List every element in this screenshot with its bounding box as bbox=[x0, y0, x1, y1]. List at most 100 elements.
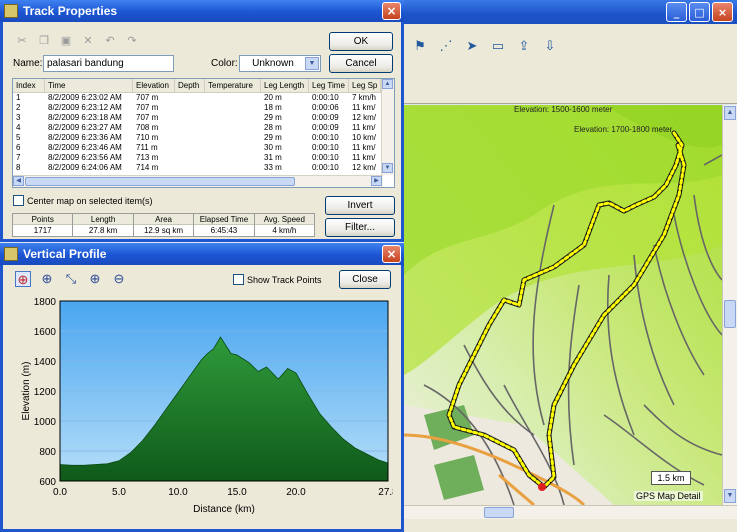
table-cell: 711 m bbox=[136, 143, 158, 152]
x-tick-label: 5.0 bbox=[112, 487, 126, 498]
ok-button[interactable]: OK bbox=[329, 32, 393, 51]
flag-tool-icon[interactable]: ⚑ bbox=[412, 38, 428, 54]
table-cell bbox=[205, 143, 261, 153]
measure-tool-icon[interactable]: ▭ bbox=[490, 38, 506, 54]
x-tick-label: 20.0 bbox=[286, 487, 306, 498]
table-row[interactable]: 5 8/2/2009 6:23:36 AM 710 m 29 m 0:00:10 10 k… bbox=[13, 133, 394, 143]
status-bar bbox=[404, 519, 737, 532]
table-cell bbox=[205, 113, 261, 123]
undo-icon[interactable]: ↶ bbox=[103, 34, 117, 48]
column-header[interactable]: Depth bbox=[175, 79, 205, 92]
table-row[interactable]: 7 8/2/2009 6:23:56 AM 713 m 31 m 0:00:10 11 k… bbox=[13, 153, 394, 163]
scroll-right-icon[interactable]: ▶ bbox=[371, 176, 382, 186]
scroll-thumb[interactable] bbox=[25, 177, 295, 186]
table-cell: 5 bbox=[16, 133, 21, 142]
invert-button[interactable]: Invert bbox=[325, 196, 395, 215]
track-icon bbox=[4, 4, 18, 18]
close-icon[interactable]: × bbox=[382, 2, 401, 20]
download-device-icon[interactable]: ⇩ bbox=[542, 38, 558, 54]
column-header[interactable]: Elevation bbox=[133, 79, 175, 92]
close-button[interactable]: × bbox=[712, 2, 733, 22]
table-row[interactable]: 3 8/2/2009 6:23:18 AM 707 m 29 m 0:00:09 12 k… bbox=[13, 113, 394, 123]
table-cell: 8/2/2009 6:24:06 AM bbox=[48, 163, 122, 172]
table-cell: 0:00:09 bbox=[312, 113, 339, 122]
cut-icon[interactable]: ✂ bbox=[15, 34, 29, 48]
column-header[interactable]: Leg Sp bbox=[349, 79, 381, 92]
name-input[interactable]: palasari bandung bbox=[43, 55, 174, 72]
x-tick-label: 0.0 bbox=[53, 487, 67, 498]
table-cell: 714 m bbox=[136, 163, 159, 172]
column-header[interactable]: Temperature bbox=[205, 79, 261, 92]
vertical-profile-titlebar[interactable]: Vertical Profile × bbox=[0, 243, 404, 265]
table-row[interactable]: 8 8/2/2009 6:24:06 AM 714 m 33 m 0:00:10 12 k… bbox=[13, 163, 394, 173]
trackpoint-list[interactable]: Index Time Elevation Depth Temperature L… bbox=[12, 78, 395, 188]
crosshair-icon[interactable]: ⊕ bbox=[15, 271, 31, 287]
column-header[interactable]: Leg Length bbox=[261, 79, 309, 92]
table-row[interactable]: 2 8/2/2009 6:23:12 AM 707 m 18 m 0:00:06 11 k… bbox=[13, 103, 394, 113]
copy-icon[interactable]: ❐ bbox=[37, 34, 51, 48]
map-view[interactable]: Elevation: 1500-1600 meter Elevation: 17… bbox=[404, 105, 722, 505]
list-horizontal-scrollbar[interactable]: ◀ ▶ bbox=[13, 175, 383, 187]
column-header[interactable]: Leg Time bbox=[309, 79, 349, 92]
scroll-up-icon[interactable]: ▲ bbox=[382, 79, 393, 89]
filter-button[interactable]: Filter... bbox=[325, 218, 395, 237]
table-cell: 11 km/ bbox=[352, 153, 376, 162]
scroll-up-icon[interactable]: ▲ bbox=[724, 106, 736, 120]
stat-label: Area bbox=[133, 214, 194, 225]
close-button[interactable]: Close bbox=[339, 270, 391, 289]
map-vertical-scrollbar[interactable]: ▲ ▼ bbox=[722, 105, 737, 505]
table-cell: 4 bbox=[16, 123, 21, 132]
minimize-button[interactable]: _ bbox=[666, 2, 687, 22]
table-row[interactable]: 6 8/2/2009 6:23:46 AM 711 m 30 m 0:00:10 11 k… bbox=[13, 143, 394, 153]
table-cell: 18 m bbox=[264, 103, 282, 112]
table-cell: 8/2/2009 6:23:18 AM bbox=[48, 113, 122, 122]
dialog-title: Track Properties bbox=[23, 4, 118, 18]
maximize-button[interactable]: □ bbox=[689, 2, 710, 22]
color-select[interactable]: Unknown ▼ bbox=[239, 55, 321, 72]
table-cell bbox=[175, 153, 205, 163]
elevation-chart[interactable]: 600800100012001400160018000.0 5.0 10.0 15.0… bbox=[15, 293, 393, 525]
map-horizontal-scrollbar[interactable] bbox=[404, 505, 737, 519]
scroll-thumb[interactable] bbox=[484, 507, 514, 518]
chevron-down-icon[interactable]: ▼ bbox=[305, 57, 319, 70]
upload-device-icon[interactable]: ⇪ bbox=[516, 38, 532, 54]
close-icon[interactable]: × bbox=[382, 245, 401, 263]
center-map-checkbox[interactable] bbox=[13, 195, 24, 206]
zoom-in-icon[interactable]: ⊕ bbox=[87, 271, 103, 287]
table-cell: 28 m bbox=[264, 123, 282, 132]
column-header[interactable]: Index bbox=[13, 79, 45, 92]
stat-label: Avg. Speed bbox=[254, 214, 315, 225]
list-vertical-scrollbar[interactable]: ▲ ▼ bbox=[381, 79, 394, 175]
scroll-down-icon[interactable]: ▼ bbox=[724, 489, 736, 503]
table-cell: 8/2/2009 6:23:56 AM bbox=[48, 153, 122, 162]
scroll-left-icon[interactable]: ◀ bbox=[13, 176, 24, 186]
scroll-down-icon[interactable]: ▼ bbox=[382, 163, 393, 173]
table-row[interactable]: 4 8/2/2009 6:23:27 AM 708 m 28 m 0:00:09 11 k… bbox=[13, 123, 394, 133]
stat-elapsed-time: Elapsed Time 6:45:43 bbox=[194, 214, 255, 236]
redo-icon[interactable]: ↷ bbox=[125, 34, 139, 48]
list-header: Index Time Elevation Depth Temperature L… bbox=[13, 79, 394, 93]
track-stats-table: Points 1717 Length 27.8 km Area 12.9 sq … bbox=[12, 213, 315, 237]
table-cell: 8/2/2009 6:23:02 AM bbox=[48, 93, 122, 102]
delete-icon[interactable]: ✕ bbox=[81, 34, 95, 48]
main-window-titlebar: _ □ × bbox=[400, 0, 737, 24]
column-header[interactable]: Time bbox=[45, 79, 133, 92]
select-icon[interactable]: ⤡ bbox=[63, 271, 79, 287]
stat-points: Points 1717 bbox=[13, 214, 74, 236]
table-row[interactable]: 1 8/2/2009 6:23:02 AM 707 m 20 m 0:00:10 7 km… bbox=[13, 93, 394, 103]
crosshair-alt-icon[interactable]: ⊕ bbox=[39, 271, 55, 287]
table-cell: 30 m bbox=[264, 143, 282, 152]
track-properties-titlebar[interactable]: Track Properties × bbox=[0, 0, 404, 22]
y-axis-label: Elevation (m) bbox=[21, 362, 32, 421]
x-axis-label: Distance (km) bbox=[193, 504, 255, 515]
pointer-tool-icon[interactable]: ➤ bbox=[464, 38, 480, 54]
paste-icon[interactable]: ▣ bbox=[59, 34, 73, 48]
stat-value: 27.8 km bbox=[88, 226, 118, 235]
show-track-points-checkbox[interactable] bbox=[233, 274, 244, 285]
table-cell: 11 km/ bbox=[352, 103, 376, 112]
cancel-button[interactable]: Cancel bbox=[329, 54, 393, 73]
stat-length: Length 27.8 km bbox=[73, 214, 134, 236]
scroll-thumb[interactable] bbox=[724, 300, 736, 328]
zoom-out-icon[interactable]: ⊖ bbox=[111, 271, 127, 287]
route-tool-icon[interactable]: ⋰ bbox=[438, 38, 454, 54]
